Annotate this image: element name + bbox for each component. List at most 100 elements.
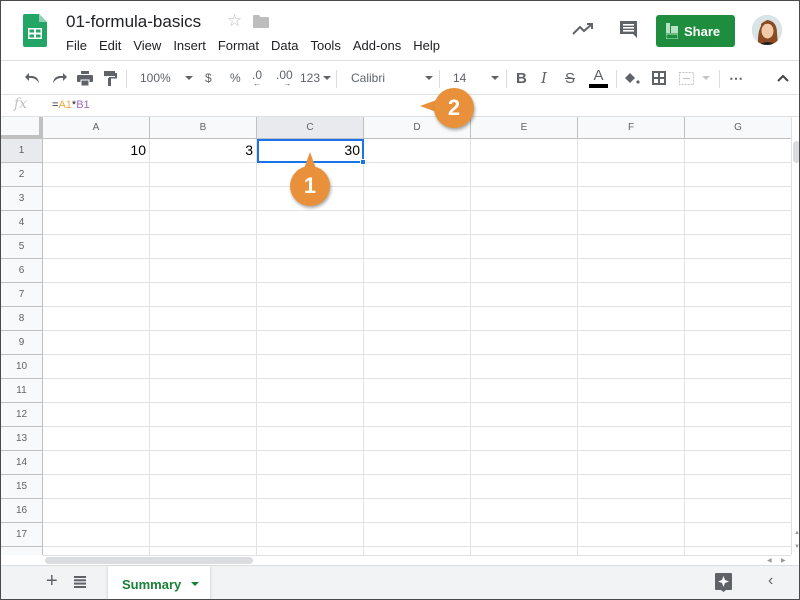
cell-partial[interactable] — [685, 547, 791, 555]
row-header-partial[interactable] — [1, 547, 43, 555]
cell-d10[interactable] — [364, 355, 471, 379]
formula-input[interactable]: =A1*B1 — [52, 99, 90, 111]
cell-c17[interactable] — [257, 523, 364, 547]
cell-f3[interactable] — [578, 187, 685, 211]
row-header-4[interactable]: 4 — [1, 211, 43, 235]
cell-g7[interactable] — [685, 283, 791, 307]
row-header-9[interactable]: 9 — [1, 331, 43, 355]
row-header-15[interactable]: 15 — [1, 475, 43, 499]
cell-f11[interactable] — [578, 379, 685, 403]
vertical-scrollbar[interactable]: ▲ ▼ — [791, 117, 799, 555]
cell-a1[interactable]: 10 — [43, 139, 150, 163]
cell-partial[interactable] — [43, 547, 150, 555]
cell-a12[interactable] — [43, 403, 150, 427]
cell-c14[interactable] — [257, 451, 364, 475]
cell-partial[interactable] — [150, 547, 257, 555]
zoom-select[interactable]: 100% — [140, 61, 193, 95]
currency-format-button[interactable]: $ — [205, 61, 212, 95]
cell-d5[interactable] — [364, 235, 471, 259]
cell-g4[interactable] — [685, 211, 791, 235]
cell-b7[interactable] — [150, 283, 257, 307]
cell-d8[interactable] — [364, 307, 471, 331]
cell-d15[interactable] — [364, 475, 471, 499]
fill-color-icon[interactable] — [625, 61, 640, 95]
cell-e8[interactable] — [471, 307, 578, 331]
cell-g10[interactable] — [685, 355, 791, 379]
cell-f14[interactable] — [578, 451, 685, 475]
cell-b12[interactable] — [150, 403, 257, 427]
menu-insert[interactable]: Insert — [173, 38, 206, 53]
cell-a8[interactable] — [43, 307, 150, 331]
cell-b9[interactable] — [150, 331, 257, 355]
cell-e14[interactable] — [471, 451, 578, 475]
sheets-logo-icon[interactable] — [23, 14, 47, 47]
scroll-down-icon[interactable]: ▼ — [794, 544, 799, 550]
column-header-f[interactable]: F — [578, 117, 685, 139]
fill-handle[interactable] — [360, 159, 366, 165]
cell-e7[interactable] — [471, 283, 578, 307]
horizontal-scroll-thumb[interactable] — [45, 557, 253, 564]
cell-a16[interactable] — [43, 499, 150, 523]
cell-e3[interactable] — [471, 187, 578, 211]
percent-format-button[interactable]: % — [230, 61, 241, 95]
star-icon[interactable]: ☆ — [227, 11, 242, 31]
cell-f16[interactable] — [578, 499, 685, 523]
cell-c4[interactable] — [257, 211, 364, 235]
select-all-corner[interactable] — [1, 117, 43, 139]
cell-e12[interactable] — [471, 403, 578, 427]
cell-b15[interactable] — [150, 475, 257, 499]
document-title[interactable]: 01-formula-basics — [66, 12, 201, 32]
row-header-3[interactable]: 3 — [1, 187, 43, 211]
horizontal-scrollbar[interactable]: ◀ ▶ — [43, 555, 791, 565]
more-formats-select[interactable]: 123 — [300, 61, 332, 95]
cell-f8[interactable] — [578, 307, 685, 331]
merge-cells-button[interactable] — [679, 61, 710, 95]
avatar[interactable] — [752, 15, 782, 45]
row-header-14[interactable]: 14 — [1, 451, 43, 475]
menu-file[interactable]: File — [66, 38, 87, 53]
cell-g3[interactable] — [685, 187, 791, 211]
row-header-7[interactable]: 7 — [1, 283, 43, 307]
share-button[interactable]: Share — [656, 15, 735, 47]
cell-g5[interactable] — [685, 235, 791, 259]
column-header-b[interactable]: B — [150, 117, 257, 139]
cell-b8[interactable] — [150, 307, 257, 331]
cell-b4[interactable] — [150, 211, 257, 235]
cell-d7[interactable] — [364, 283, 471, 307]
vertical-scroll-thumb[interactable] — [793, 141, 799, 163]
print-icon[interactable] — [77, 61, 93, 95]
cell-f10[interactable] — [578, 355, 685, 379]
row-header-11[interactable]: 11 — [1, 379, 43, 403]
cell-f6[interactable] — [578, 259, 685, 283]
cell-b5[interactable] — [150, 235, 257, 259]
redo-icon[interactable] — [51, 61, 67, 95]
cell-f12[interactable] — [578, 403, 685, 427]
cell-b14[interactable] — [150, 451, 257, 475]
cell-g9[interactable] — [685, 331, 791, 355]
add-sheet-button[interactable]: + — [46, 570, 58, 593]
activity-trend-icon[interactable] — [572, 21, 594, 37]
cell-d1[interactable] — [364, 139, 471, 163]
row-header-12[interactable]: 12 — [1, 403, 43, 427]
cell-e15[interactable] — [471, 475, 578, 499]
cell-g8[interactable] — [685, 307, 791, 331]
cell-a17[interactable] — [43, 523, 150, 547]
cell-b17[interactable] — [150, 523, 257, 547]
cell-d16[interactable] — [364, 499, 471, 523]
scroll-left-icon[interactable]: ◀ — [767, 557, 772, 564]
italic-button[interactable]: I — [541, 61, 547, 95]
cell-d6[interactable] — [364, 259, 471, 283]
row-header-17[interactable]: 17 — [1, 523, 43, 547]
cell-a5[interactable] — [43, 235, 150, 259]
explore-icon[interactable] — [715, 573, 732, 592]
cell-a6[interactable] — [43, 259, 150, 283]
cell-g13[interactable] — [685, 427, 791, 451]
cell-c12[interactable] — [257, 403, 364, 427]
cell-f15[interactable] — [578, 475, 685, 499]
text-color-button[interactable]: A — [589, 61, 608, 95]
column-header-c[interactable]: C — [257, 117, 364, 139]
more-options-button[interactable]: ⋯ — [729, 61, 743, 95]
cell-c9[interactable] — [257, 331, 364, 355]
column-header-e[interactable]: E — [471, 117, 578, 139]
cell-a2[interactable] — [43, 163, 150, 187]
